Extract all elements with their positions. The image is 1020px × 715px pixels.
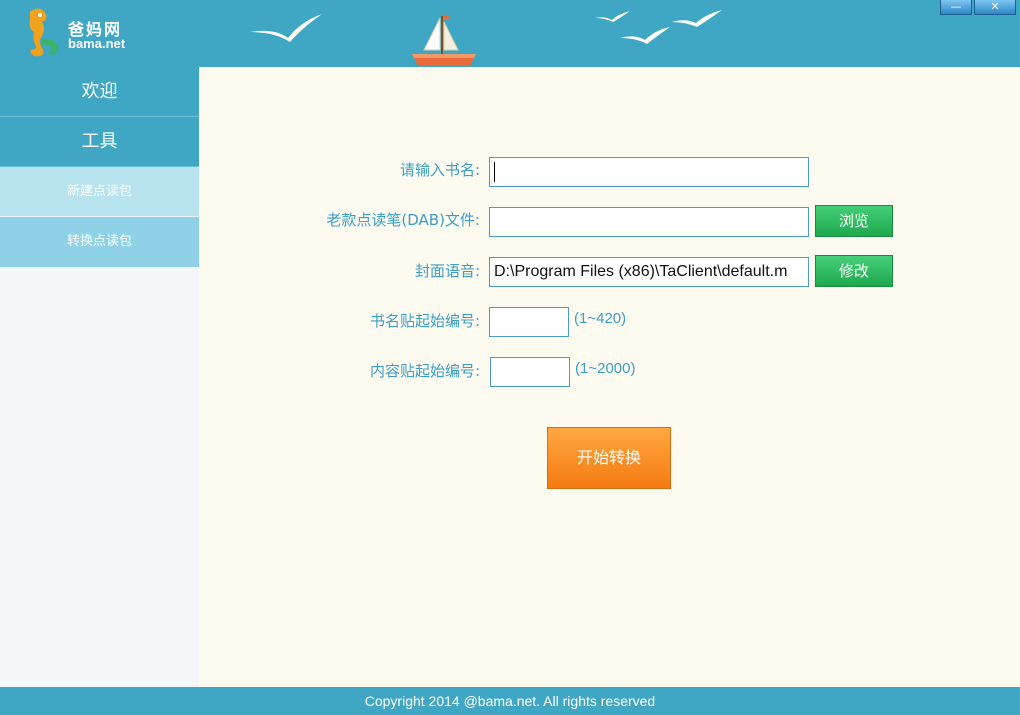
sidebar-item-welcome[interactable]: 欢迎 [0,67,199,117]
browse-button[interactable]: 浏览 [815,205,893,237]
cover-audio-label: 封面语音: [414,262,480,280]
main-panel: 请输入书名: 老款点读笔(DAB)文件: 浏览 封面语音: D:\Program… [199,67,1020,687]
modify-button[interactable]: 修改 [815,255,893,287]
book-name-label: 请输入书名: [399,161,480,179]
brand-name-en: bama.net [68,36,126,51]
close-button[interactable]: ✕ [974,0,1016,15]
window-controls: — ✕ [940,0,1016,15]
minimize-button[interactable]: — [940,0,972,15]
content-start-label: 内容贴起始编号: [369,362,480,380]
title-start-label: 书名贴起始编号: [369,312,480,330]
content-start-range: (1~2000) [575,360,636,377]
book-name-input[interactable] [489,157,809,187]
cover-audio-input[interactable]: D:\Program Files (x86)\TaClient\default.… [489,257,809,287]
title-start-range: (1~420) [574,310,627,327]
start-convert-button[interactable]: 开始转换 [547,427,671,489]
dab-file-label: 老款点读笔(DAB)文件: [326,211,480,229]
text-caret [494,161,495,182]
dab-file-input[interactable] [489,207,809,237]
brand-logo: 爸妈网 bama.net [16,6,156,60]
sidebar: 欢迎 工具 新建点读包 转换点读包 [0,67,199,687]
seagull-icon [250,14,322,42]
copyright-footer: Copyright 2014 @bama.net. All rights res… [0,687,1020,715]
seagull-icon [595,11,630,22]
title-start-input[interactable] [489,307,569,337]
sidebar-item-new-package[interactable]: 新建点读包 [0,167,199,217]
seagull-icon [672,10,722,27]
app-header: 爸妈网 bama.net — ✕ [0,0,1020,67]
sidebar-item-tools[interactable]: 工具 [0,117,199,167]
seagull-icon [620,27,670,44]
sidebar-item-convert-package[interactable]: 转换点读包 [0,217,199,267]
content-start-input[interactable] [490,357,570,387]
seahorse-logo-icon [29,8,58,57]
sailboat-icon [412,14,476,66]
